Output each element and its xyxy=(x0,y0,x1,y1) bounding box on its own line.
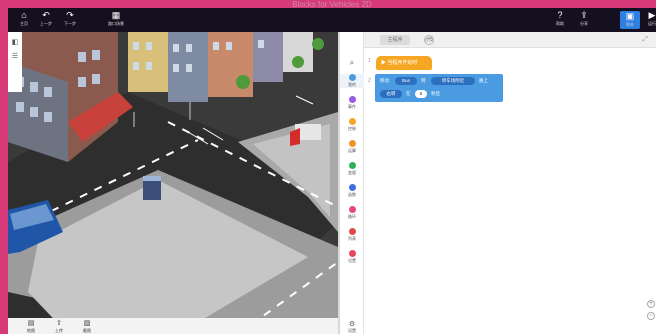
upload-button[interactable]: ⇧ 上传 xyxy=(48,320,70,334)
line-number: 2 xyxy=(368,78,371,84)
category-mine[interactable]: 我的 xyxy=(340,74,364,88)
add-tab-button[interactable]: + xyxy=(424,35,434,45)
share-icon: ⇪ xyxy=(580,10,588,20)
fullscreen-icon[interactable]: ⤢ xyxy=(642,36,648,44)
category-dot xyxy=(348,250,356,257)
help-icon: ? xyxy=(557,10,563,20)
blocks-icon: ▣ xyxy=(625,11,635,21)
category-search[interactable]: ⌕ xyxy=(340,58,364,68)
share-button[interactable]: ⇪ 分享 xyxy=(574,10,594,27)
camera-icon[interactable]: ◧ xyxy=(8,38,22,46)
redo-icon: ↷ xyxy=(66,10,74,20)
block-category-list: ⌕ 我的 事件 控制 运算 变量 函数 循环 列表 设置 ⚙ 设置 xyxy=(340,32,364,334)
scene-bottom-bar: ▤ 地图 ⇧ 上传 ▨ 截图 xyxy=(8,318,338,334)
category-dot xyxy=(348,206,356,213)
grid-icon: ▦ xyxy=(111,10,121,20)
map-icon: ▤ xyxy=(27,320,35,327)
category-settings[interactable]: 设置 xyxy=(340,250,364,264)
seconds-input[interactable]: 5 xyxy=(415,90,427,98)
zoom-out-icon[interactable]: − xyxy=(647,312,655,320)
home-button[interactable]: ⌂ 主页 xyxy=(14,10,34,27)
window-title: Blocks for Vehicles 2D xyxy=(292,0,372,9)
category-lists[interactable]: 列表 xyxy=(340,228,364,242)
undo-button[interactable]: ↶ 上一步 xyxy=(36,10,56,27)
map-button[interactable]: ▤ 地图 xyxy=(20,320,42,334)
category-event[interactable]: 事件 xyxy=(340,96,364,110)
when-program-starts-block[interactable]: ▶ 当程序开始时 xyxy=(376,56,432,70)
run-button[interactable]: ▶ 运行 xyxy=(642,10,656,27)
direction-dropdown[interactable]: 右转 xyxy=(380,90,402,98)
program-tabs: 主程序 分支 + ⤢ xyxy=(364,32,656,48)
target-dropdown[interactable]: 停车场附近 xyxy=(431,77,475,85)
category-operators[interactable]: 运算 xyxy=(340,140,364,154)
screenshot-button[interactable]: ▨ 截图 xyxy=(76,320,98,334)
category-dot xyxy=(348,162,356,169)
category-control[interactable]: 控制 xyxy=(340,118,364,132)
layers-icon[interactable]: ☰ xyxy=(8,52,22,60)
upload-icon: ⇧ xyxy=(56,320,62,327)
code-mode-button[interactable]: ▣ 积木 xyxy=(620,11,640,29)
redo-button[interactable]: ↷ 下一步 xyxy=(60,10,80,27)
tab-main[interactable]: 主程序 xyxy=(380,35,410,45)
category-variables[interactable]: 变量 xyxy=(340,162,364,176)
gear-icon: ⚙ xyxy=(348,321,356,328)
category-dot xyxy=(348,96,356,103)
category-dot xyxy=(348,74,356,81)
object-dropdown[interactable]: Bus xyxy=(395,77,417,85)
image-icon: ▨ xyxy=(83,320,91,327)
help-button[interactable]: ? 帮助 xyxy=(550,10,570,27)
code-workspace[interactable]: 主程序 分支 + ⤢ 1 2 ▶ 当程序开始时 移动 Bus 到 停车场附近 路… xyxy=(364,32,656,334)
home-icon: ⌂ xyxy=(21,10,27,20)
line-number: 1 xyxy=(368,58,371,64)
settings-button[interactable]: ⚙ 设置 xyxy=(340,320,364,334)
scene-button[interactable]: ▦ 路口场景 xyxy=(106,10,126,27)
category-dot xyxy=(348,118,356,125)
city-scene-view[interactable] xyxy=(8,32,338,334)
move-block[interactable]: 移动 Bus 到 停车场附近 路上 右转 在 5 秒后 xyxy=(375,74,503,102)
search-icon: ⌕ xyxy=(349,58,355,67)
top-toolbar: Blocks for Vehicles 2D ⌂ 主页 ↶ 上一步 ↷ 下一步 ▦ 路口… xyxy=(8,0,656,32)
zoom-in-icon[interactable]: + xyxy=(647,300,655,308)
play-icon: ▶ xyxy=(648,10,656,20)
scene-side-controls: ◧ ☰ xyxy=(8,32,22,92)
undo-icon: ↶ xyxy=(42,10,50,20)
category-dot xyxy=(348,184,356,191)
category-dot xyxy=(348,140,356,147)
category-functions[interactable]: 函数 xyxy=(340,184,364,198)
category-loops[interactable]: 循环 xyxy=(340,206,364,220)
city-scene-illustration xyxy=(8,32,338,334)
category-dot xyxy=(348,228,356,235)
